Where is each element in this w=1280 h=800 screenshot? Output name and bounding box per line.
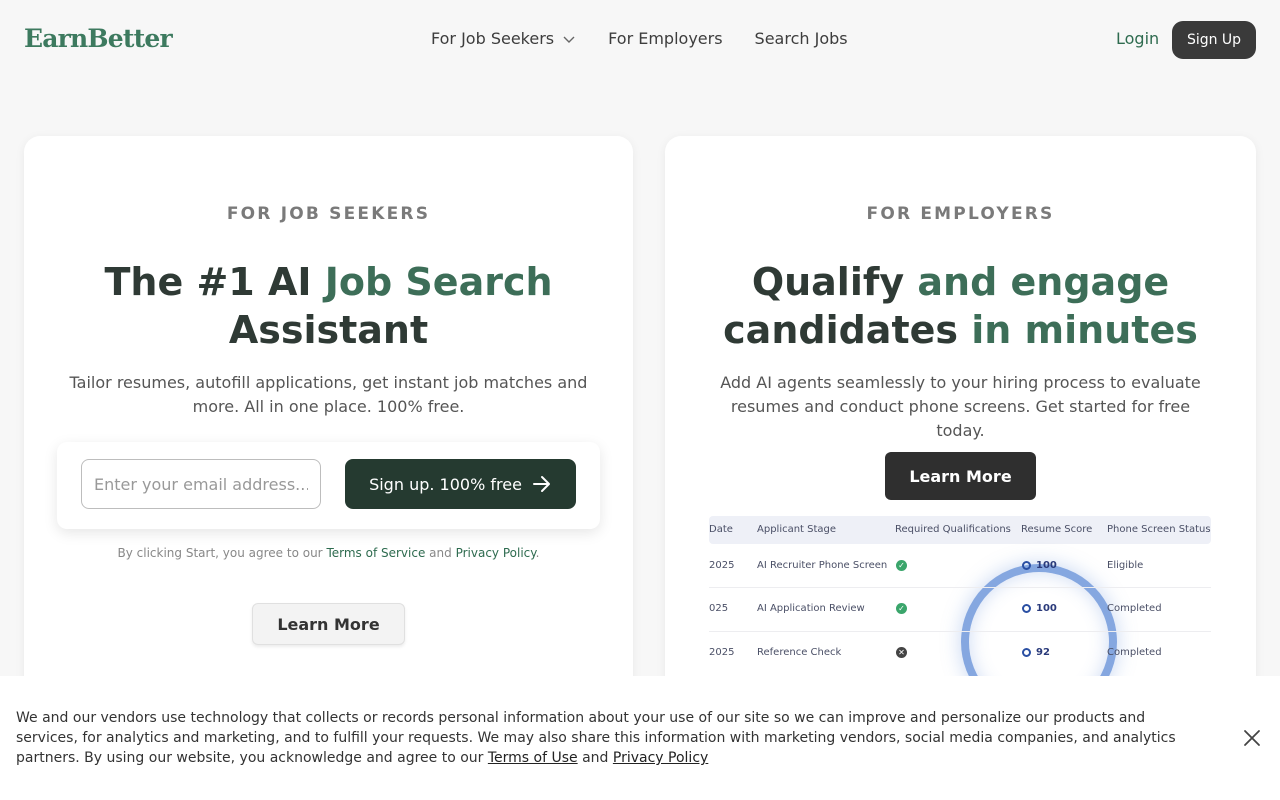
headline-text: The #1 AI <box>104 260 312 304</box>
nav-for-job-seekers[interactable]: For Job Seekers <box>431 29 576 48</box>
score-dot <box>1022 648 1031 657</box>
x-icon: ✕ <box>896 647 907 658</box>
nav-search-jobs[interactable]: Search Jobs <box>755 29 848 48</box>
headline-text: Assistant <box>228 308 429 352</box>
nav-label: For Employers <box>608 29 723 48</box>
table-cell-date: 2025 <box>709 647 735 658</box>
headline: Qualify and engage candidates in minutes <box>665 258 1256 354</box>
check-icon: ✓ <box>896 560 907 571</box>
nav-label: For Job Seekers <box>431 29 555 48</box>
cookie-privacy-policy-link[interactable]: Privacy Policy <box>613 750 708 766</box>
table-cell-score: 92 <box>1036 647 1050 658</box>
learn-more-button-seekers[interactable]: Learn More <box>252 603 405 645</box>
column-header: Resume Score <box>1021 524 1093 535</box>
column-header: Date <box>709 524 733 535</box>
terms-of-service-link[interactable]: Terms of Service <box>326 546 425 560</box>
subtitle: Tailor resumes, autofill applications, g… <box>69 373 588 416</box>
section-eyebrow: FOR EMPLOYERS <box>866 204 1055 224</box>
table-cell-stage: Reference Check <box>757 647 842 658</box>
cookie-notice: We and our vendors use technology that c… <box>16 708 1176 768</box>
logo[interactable]: EarnBetter <box>24 24 173 53</box>
chevron-down-icon <box>563 36 575 43</box>
cta-label: Sign up. 100% free <box>369 474 522 494</box>
signup-free-button[interactable]: Sign up. 100% free <box>345 459 576 509</box>
score-dot <box>1022 604 1031 613</box>
site-header: EarnBetter For Job Seekers For Employers… <box>0 0 1280 80</box>
email-field[interactable] <box>81 459 321 509</box>
row-divider <box>709 587 1211 588</box>
cookie-banner: We and our vendors use technology that c… <box>0 676 1280 800</box>
table-cell-date: 2025 <box>709 560 735 571</box>
nav-label: Search Jobs <box>754 29 848 48</box>
check-icon: ✓ <box>896 603 907 614</box>
table-cell-score: 100 <box>1036 560 1057 571</box>
main-nav: For Job Seekers For Employers Search Job… <box>431 29 848 48</box>
cookie-text: and <box>582 750 609 766</box>
arrow-right-icon <box>532 476 550 492</box>
subtitle: Add AI agents seamlessly to your hiring … <box>720 373 1201 440</box>
terms-text: . <box>535 546 540 560</box>
employers-card: FOR EMPLOYERS Qualify and engage candida… <box>665 136 1256 736</box>
table-cell-stage: AI Application Review <box>757 603 865 614</box>
learn-more-button-employers[interactable]: Learn More <box>885 452 1036 500</box>
email-input[interactable] <box>94 474 308 494</box>
close-icon[interactable] <box>1240 726 1264 750</box>
signup-form: Sign up. 100% free <box>57 442 600 529</box>
table-cell-status: Eligible <box>1107 560 1144 571</box>
terms-text: By clicking Start, you agree to our <box>117 546 323 560</box>
row-divider <box>709 631 1211 632</box>
headline-accent: in minutes <box>971 308 1198 352</box>
terms-notice: By clicking Start, you agree to our Term… <box>24 546 633 560</box>
section-eyebrow: FOR JOB SEEKERS <box>226 204 431 224</box>
table-cell-status: Completed <box>1107 647 1162 658</box>
applicant-table-preview: Date Applicant Stage Required Qualificat… <box>709 516 1211 696</box>
terms-text: and <box>429 546 452 560</box>
headline-accent: Job Search <box>324 260 553 304</box>
job-seekers-card: FOR JOB SEEKERS The #1 AI Job Search Ass… <box>24 136 633 736</box>
column-header: Required Qualifications <box>895 524 1011 535</box>
headline-text: Qualify <box>751 260 905 304</box>
column-header: Applicant Stage <box>757 524 837 535</box>
signup-button[interactable]: Sign Up <box>1172 21 1256 59</box>
login-link[interactable]: Login <box>1116 29 1159 48</box>
headline-text: candidates <box>723 308 959 352</box>
headline-accent: and engage <box>917 260 1170 304</box>
terms-of-use-link[interactable]: Terms of Use <box>488 750 578 766</box>
headline: The #1 AI Job Search Assistant <box>24 258 633 354</box>
table-cell-status: Completed <box>1107 603 1162 614</box>
table-cell-stage: AI Recruiter Phone Screen <box>757 560 888 571</box>
nav-for-employers[interactable]: For Employers <box>608 29 722 48</box>
score-dot <box>1022 561 1031 570</box>
table-cell-date: 025 <box>709 603 729 614</box>
privacy-policy-link[interactable]: Privacy Policy <box>456 546 536 560</box>
table-cell-score: 100 <box>1036 603 1057 614</box>
column-header: Phone Screen Status <box>1107 524 1211 535</box>
